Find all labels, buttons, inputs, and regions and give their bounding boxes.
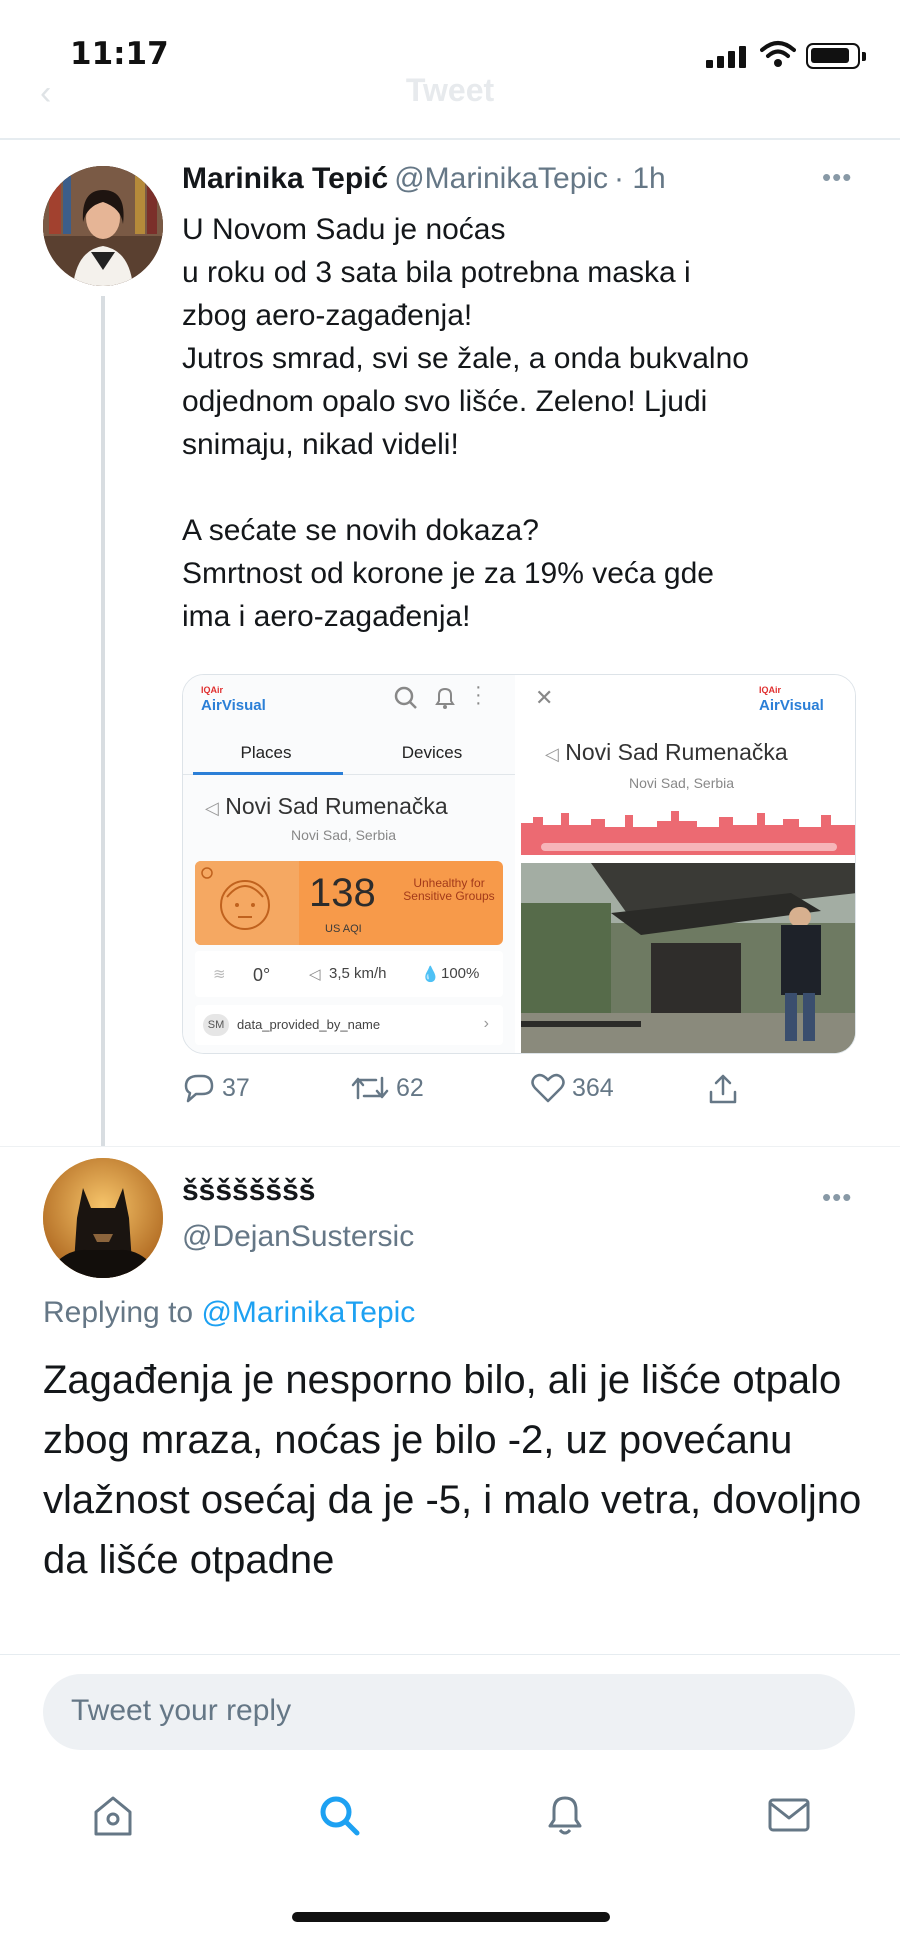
bottom-tab-bar [0,1790,900,1860]
aqi-card: 138 US AQI Unhealthy for Sensitive Group… [195,861,503,945]
tweet-text: U Novom Sadu je noćas u roku od 3 sata b… [182,213,749,633]
airvisual-tabs: Places Devices [183,729,515,775]
nav-title: Tweet [405,72,495,108]
retweet-count: 62 [396,1073,424,1102]
reply-count: 37 [222,1073,250,1102]
like-button[interactable]: 364 [530,1072,614,1104]
place-name: ◁ Novi Sad Rumenačka [205,793,448,819]
author-handle[interactable]: @MarinikaTepic [394,162,608,195]
share-icon [709,1074,737,1104]
city-skyline-graphic [521,811,855,855]
cellular-signal-icon [706,46,750,68]
search-icon[interactable] [314,1790,364,1840]
replying-to-link[interactable]: @MarinikaTepic [201,1296,415,1329]
replying-to: Replying to @MarinikaTepic [43,1296,416,1329]
kebab-menu-icon: · · · [475,676,482,714]
avatar[interactable] [43,166,163,286]
weather-icon: ≋ [213,966,226,983]
tab-indicator [193,772,343,775]
aqi-status: Unhealthy for Sensitive Groups [403,876,495,903]
heart-icon [531,1073,565,1103]
tweet-media[interactable]: IQAir AirVisual · · · Places Devices ◁ Novi… [182,674,856,1054]
reply-icon [184,1074,214,1103]
place-subtitle: Novi Sad, Serbia [629,775,735,791]
bell-icon [435,687,455,709]
airvisual-logo: IQAir AirVisual [759,685,824,714]
avatar[interactable] [43,1158,163,1278]
aqi-value: 138 [309,871,376,915]
thread-line [101,296,105,1146]
provider-row: SM data_provided_by_name › [195,1005,503,1045]
battery-icon [806,43,866,69]
more-options-icon[interactable]: ••• [822,1182,852,1213]
weather-row: ≋ 0° ◁ 3,5 km/h 💧 100% [195,951,503,997]
tweet-age: · 1h [614,162,666,195]
place-subtitle: Novi Sad, Serbia [291,827,397,843]
author-name[interactable]: šššššššš [182,1174,315,1208]
tab-places: Places [240,743,292,762]
location-arrow-icon: ◁ [205,798,219,818]
humidity-icon: 💧 [421,966,440,983]
airvisual-logo: IQAir AirVisual [201,685,266,714]
home-indicator [292,1912,610,1922]
wind-icon: ◁ [309,966,321,983]
media-airvisual-photo[interactable]: ✕ IQAir AirVisual ◁ Novi Sad Rumenačka No… [521,675,855,1053]
reply-divider [0,1654,900,1655]
retweet-button[interactable]: 62 [350,1072,424,1104]
wind-speed: 3,5 km/h [329,965,387,982]
street-photo [521,863,855,1053]
more-options-icon[interactable]: ••• [822,162,852,193]
retweet-icon [351,1076,389,1100]
tweet-actions: 37 62 364 [182,1072,742,1116]
chevron-right-icon: › [483,1015,489,1032]
reply-tweet-text: Zagađenja je nesporno bilo, ali je lišće… [43,1358,862,1582]
wifi-icon [760,41,796,67]
aqi-unit: US AQI [325,923,362,935]
place-name: ◁ Novi Sad Rumenačka [545,739,788,765]
reply-button[interactable]: 37 [182,1072,250,1104]
messages-icon[interactable] [764,1790,814,1840]
tweet-divider [0,1146,900,1147]
provider-badge: SM [203,1014,229,1036]
nav-divider [0,138,900,140]
like-count: 364 [572,1073,614,1102]
face-icon [195,861,299,945]
author-handle[interactable]: @DejanSustersic [182,1220,414,1254]
share-button[interactable] [706,1072,746,1106]
home-icon[interactable] [88,1790,138,1840]
reply-input[interactable]: Tweet your reply [43,1674,855,1750]
provider-name: data_provided_by_name [237,1017,381,1032]
humidity: 100% [441,965,480,982]
tweet-header: Marinika Tepić @MarinikaTepic · 1h [182,162,666,196]
close-icon: ✕ [535,685,554,710]
location-arrow-icon: ◁ [545,744,559,764]
temperature: 0° [253,965,271,985]
notifications-icon[interactable] [540,1790,590,1840]
status-time: 11:17 [70,36,169,72]
tab-devices: Devices [401,743,463,762]
media-airvisual-screenshot[interactable]: IQAir AirVisual · · · Places Devices ◁ Novi… [183,675,515,1053]
search-icon [394,686,417,709]
author-name[interactable]: Marinika Tepić [182,162,388,195]
